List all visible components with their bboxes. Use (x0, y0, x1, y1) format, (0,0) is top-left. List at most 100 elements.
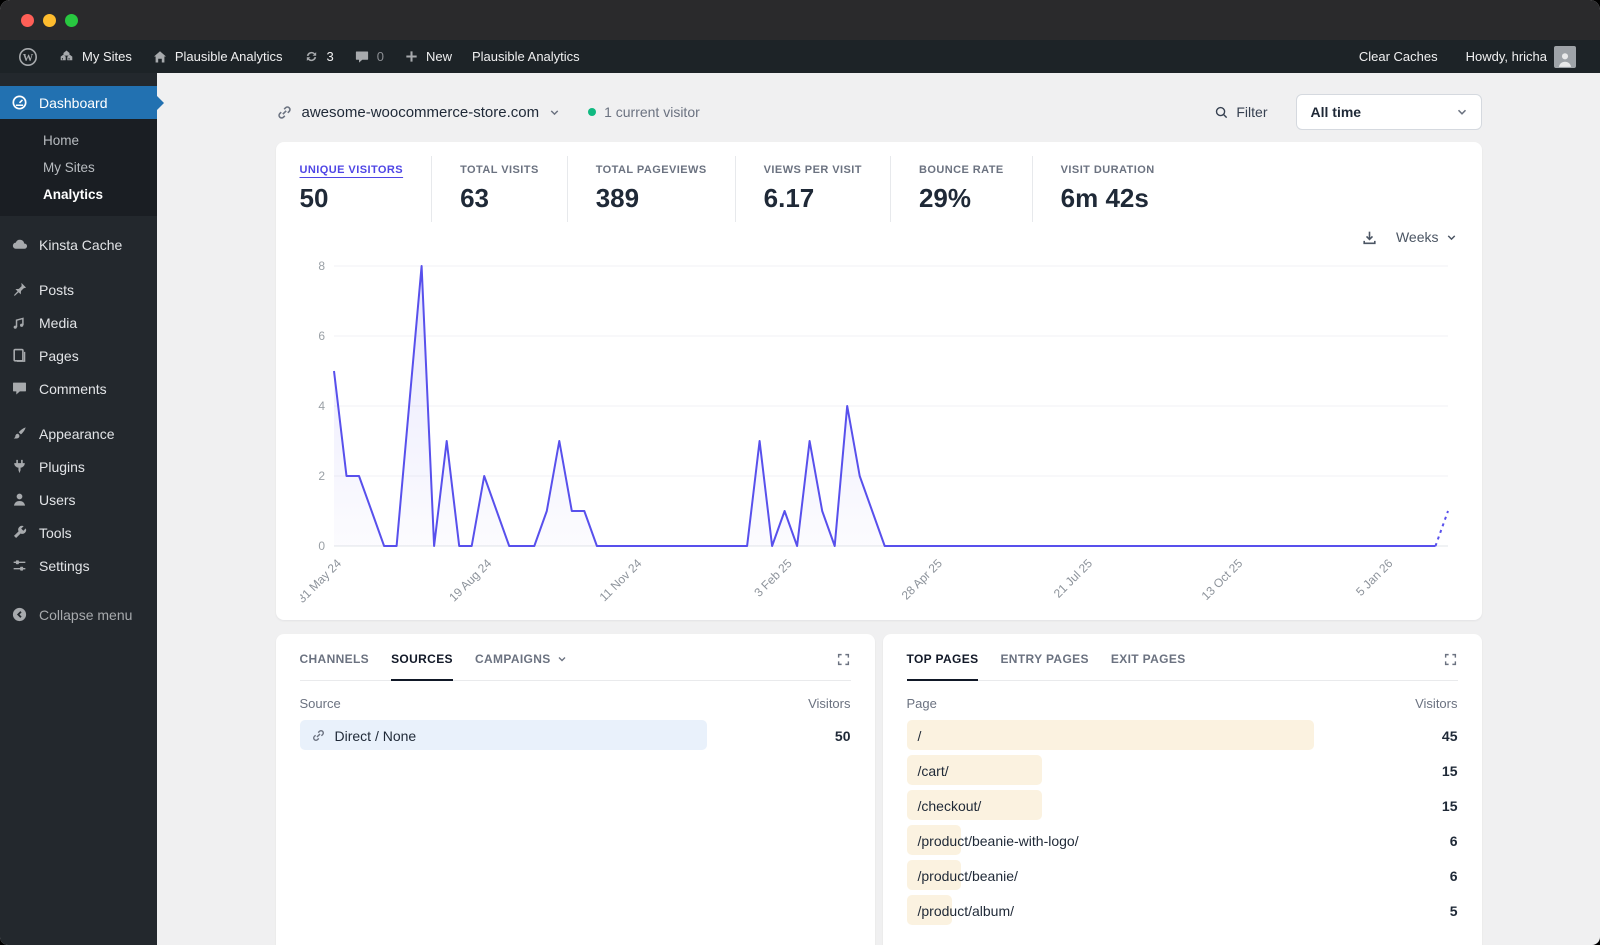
sidebar-item-pages[interactable]: Pages (0, 339, 157, 372)
download-icon[interactable] (1361, 229, 1378, 246)
row-label: /checkout/ (917, 797, 982, 814)
source-row[interactable]: Direct / None 50 (299, 718, 851, 753)
sidebar-item-settings[interactable]: Settings (0, 549, 157, 582)
stat-value: 50 (299, 183, 329, 213)
svg-text:4: 4 (318, 399, 325, 413)
row-visitors-value: 5 (1449, 902, 1458, 919)
tab-exit-pages[interactable]: EXIT PAGES (1111, 652, 1186, 679)
dashboard-label: Dashboard (39, 94, 108, 111)
stat-value: 389 (595, 183, 640, 213)
page-row[interactable]: / 45 (906, 718, 1458, 753)
admin-bar-account[interactable]: Howdy, hricha (1456, 40, 1586, 73)
svg-text:3 Feb 25: 3 Feb 25 (751, 556, 795, 600)
page-row[interactable]: /cart/15 (906, 753, 1458, 788)
svg-text:31 May 24: 31 May 24 (300, 556, 344, 606)
stat-value: 6m 42s (1060, 183, 1149, 213)
expand-pages-button[interactable] (1443, 652, 1458, 672)
tools-label: Tools (39, 524, 72, 541)
search-icon (1216, 106, 1228, 118)
zoom-window-button[interactable] (65, 13, 78, 27)
admin-bar-plausible[interactable]: Plausible Analytics (462, 40, 590, 73)
comments-count: 0 (376, 49, 384, 64)
macos-window: W My Sites Plausible Analytics 3 0 New P… (0, 0, 1600, 945)
sidebar-item-dashboard[interactable]: Dashboard (0, 86, 164, 119)
stat-views-per-visit[interactable]: VIEWS PER VISIT 6.17 (764, 156, 891, 222)
tab-sources[interactable]: SOURCES (391, 652, 453, 681)
new-label: New (425, 49, 452, 64)
user-icon (13, 493, 26, 506)
stat-total-visits[interactable]: TOTAL VISITS 63 (460, 156, 568, 222)
stat-label: BOUNCE RATE (918, 164, 1004, 176)
expand-sources-button[interactable] (836, 652, 851, 672)
visitors-column-header: Visitors (1415, 696, 1458, 711)
admin-bar-right: Clear Caches Howdy, hricha (1349, 40, 1586, 73)
sidebar-item-appearance[interactable]: Appearance (0, 417, 157, 450)
sidebar-item-comments[interactable]: Comments (0, 372, 157, 405)
admin-bar-updates[interactable]: 3 (293, 40, 344, 73)
row-visitors-value: 6 (1449, 832, 1458, 849)
stat-unique-visitors[interactable]: UNIQUE VISITORS 50 (300, 156, 433, 222)
sidebar-item-my-sites[interactable]: My Sites (0, 154, 157, 181)
filter-label: Filter (1236, 104, 1268, 120)
row-label: / (917, 727, 922, 744)
svg-text:19 Aug 24: 19 Aug 24 (446, 556, 494, 604)
wp-sidebar: Dashboard Home My Sites Analytics Kinsta… (0, 73, 164, 945)
sidebar-item-plugins[interactable]: Plugins (0, 450, 157, 483)
comments-bubble-icon (355, 51, 368, 63)
stat-visit-duration[interactable]: VISIT DURATION 6m 42s (1061, 156, 1183, 222)
row-visitors-value: 15 (1441, 797, 1458, 814)
filter-button[interactable]: Filter (1214, 104, 1268, 120)
site-switcher[interactable]: awesome-woocommerce-store.com (276, 104, 562, 121)
admin-bar-my-sites[interactable]: My Sites (48, 40, 142, 73)
visitors-chart[interactable]: 8 6 4 2 0 31 May 24 19 Aug 24 11 Nov 24 3 Feb 2… (300, 254, 1458, 606)
clear-caches-button[interactable]: Clear Caches (1349, 40, 1448, 73)
svg-text:W: W (23, 52, 34, 63)
sidebar-item-kinsta-cache[interactable]: Kinsta Cache (0, 228, 157, 261)
tab-channels[interactable]: CHANNELS (300, 652, 370, 679)
svg-text:13 Oct 25: 13 Oct 25 (1198, 556, 1245, 603)
sidebar-item-media[interactable]: Media (0, 306, 157, 339)
row-value-bar (906, 720, 1315, 750)
sidebar-item-home[interactable]: Home (0, 127, 157, 154)
sidebar-item-analytics[interactable]: Analytics (0, 181, 157, 208)
sidebar-item-users[interactable]: Users (0, 483, 157, 516)
page-row[interactable]: /product/beanie/6 (906, 858, 1458, 893)
wordpress-logo-icon: W (19, 47, 37, 66)
page-column-header: Page (906, 696, 937, 711)
date-range-select[interactable]: All time (1295, 94, 1482, 130)
tab-entry-pages[interactable]: ENTRY PAGES (1000, 652, 1088, 679)
tab-top-pages[interactable]: TOP PAGES (906, 652, 979, 681)
link-icon (312, 730, 324, 741)
pages-rows: / 45/cart/15/checkout/15/product/beanie-w… (906, 718, 1458, 928)
admin-bar-new[interactable]: New (394, 40, 462, 73)
collapse-menu-button[interactable]: Collapse menu (0, 598, 157, 631)
page-row[interactable]: /product/album/5 (906, 893, 1458, 928)
admin-bar-site-name[interactable]: Plausible Analytics (142, 40, 293, 73)
chevron-down-icon (550, 109, 559, 115)
tab-campaigns[interactable]: CAMPAIGNS (475, 652, 568, 679)
settings-label: Settings (39, 557, 90, 574)
page-row[interactable]: /product/beanie-with-logo/6 (906, 823, 1458, 858)
sidebar-item-tools[interactable]: Tools (0, 516, 157, 549)
stat-bounce-rate[interactable]: BOUNCE RATE 29% (919, 156, 1033, 222)
brush-icon (13, 427, 26, 439)
site-domain: awesome-woocommerce-store.com (301, 103, 540, 121)
comments-label: Comments (39, 380, 107, 397)
row-visitors-value: 6 (1449, 867, 1458, 884)
svg-text:2: 2 (318, 469, 325, 483)
dashboard-header: awesome-woocommerce-store.com 1 current … (276, 93, 1482, 131)
stat-total-pageviews[interactable]: TOTAL PAGEVIEWS 389 (596, 156, 736, 222)
page-row[interactable]: /checkout/15 (906, 788, 1458, 823)
sources-columns: Source Visitors (300, 696, 851, 711)
analytics-page: awesome-woocommerce-store.com 1 current … (157, 73, 1600, 945)
minimize-window-button[interactable] (43, 13, 56, 27)
cloud-icon (12, 239, 28, 249)
sidebar-item-posts[interactable]: Posts (0, 273, 157, 306)
wordpress-logo-menu[interactable]: W (8, 40, 48, 73)
interval-select[interactable]: Weeks (1396, 229, 1458, 245)
greeting-label: Howdy, hricha (1465, 49, 1547, 64)
date-range-value: All time (1310, 104, 1362, 120)
link-icon (277, 105, 291, 119)
close-window-button[interactable] (21, 13, 34, 27)
admin-bar-comments[interactable]: 0 (344, 40, 394, 73)
